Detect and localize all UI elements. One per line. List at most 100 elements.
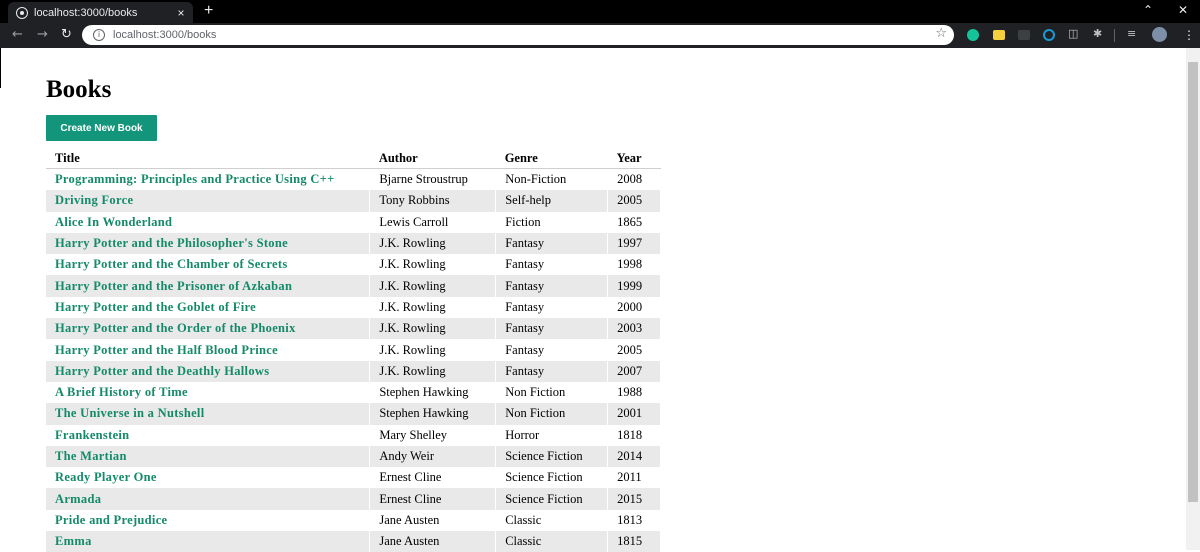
new-tab-icon[interactable]: +	[204, 3, 213, 19]
window-close-icon[interactable]: ✕	[1178, 3, 1188, 17]
book-genre: Classic	[496, 510, 608, 531]
book-year: 2000	[608, 297, 661, 318]
tab-close-icon[interactable]: ×	[173, 6, 189, 20]
book-title-cell: Armada	[46, 488, 370, 509]
book-year: 2005	[608, 190, 661, 211]
book-year: 1813	[608, 510, 661, 531]
book-genre: Fiction	[496, 212, 608, 233]
book-title-link[interactable]: Pride and Prejudice	[55, 513, 167, 527]
book-title-cell: Pride and Prejudice	[46, 510, 370, 531]
book-title-link[interactable]: Harry Potter and the Goblet of Fire	[55, 300, 256, 314]
book-title-link[interactable]: Emma	[55, 534, 92, 548]
table-row: Harry Potter and the Chamber of Secrets J…	[46, 254, 661, 275]
table-row: Ready Player OneErnest ClineScience Fict…	[46, 467, 661, 488]
header-title: Title	[46, 148, 370, 169]
translate-icon[interactable]: ◫	[1068, 27, 1078, 40]
book-title-cell: Harry Potter and the Half Blood Prince	[46, 339, 370, 360]
book-title-link[interactable]: The Martian	[55, 449, 127, 463]
browser-tab[interactable]: localhost:3000/books ×	[8, 2, 193, 23]
toolbar-divider	[1114, 29, 1115, 42]
record-icon[interactable]	[1043, 29, 1055, 41]
profile-avatar[interactable]	[1152, 27, 1167, 42]
bug-icon[interactable]: ✱	[1093, 27, 1102, 40]
book-author: Ernest Cline	[370, 467, 496, 488]
book-year: 2007	[608, 361, 661, 382]
book-genre: Fantasy	[496, 361, 608, 382]
book-title-link[interactable]: Programming: Principles and Practice Usi…	[55, 172, 335, 186]
book-title-link[interactable]: Harry Potter and the Half Blood Prince	[55, 343, 278, 357]
book-year: 1997	[608, 233, 661, 254]
book-author: Lewis Carroll	[370, 212, 496, 233]
scrollbar[interactable]	[1186, 48, 1200, 550]
book-title-cell: Harry Potter and the Philosopher's Stone	[46, 233, 370, 254]
url-text[interactable]: localhost:3000/books	[113, 29, 216, 41]
book-title-link[interactable]: Harry Potter and the Prisoner of Azkaban	[55, 279, 292, 293]
book-title-cell: Alice In Wonderland	[46, 212, 370, 233]
book-year: 1999	[608, 275, 661, 296]
book-title-link[interactable]: Armada	[55, 492, 101, 506]
book-title-link[interactable]: Driving Force	[55, 193, 133, 207]
header-author: Author	[370, 148, 496, 169]
book-title-link[interactable]: Harry Potter and the Order of the Phoeni…	[55, 321, 296, 335]
book-title-cell: The Martian	[46, 446, 370, 467]
notes-icon[interactable]	[993, 30, 1005, 40]
grammarly-icon[interactable]	[967, 29, 979, 41]
table-row: A Brief History of TimeStephen HawkingNo…	[46, 382, 661, 403]
book-genre: Non Fiction	[496, 403, 608, 424]
book-year: 1998	[608, 254, 661, 275]
page-edge-mark	[0, 48, 1, 88]
table-row: EmmaJane AustenClassic1815	[46, 531, 661, 552]
book-year: 2015	[608, 488, 661, 509]
book-genre: Fantasy	[496, 275, 608, 296]
menu-icon[interactable]: ⋮	[1183, 28, 1195, 42]
book-author: J.K. Rowling	[370, 254, 496, 275]
books-table: Title Author Genre Year Programming: Pri…	[46, 148, 661, 552]
book-title-link[interactable]: Frankenstein	[55, 428, 129, 442]
table-body: Programming: Principles and Practice Usi…	[46, 169, 661, 552]
book-title-cell: The Universe in a Nutshell	[46, 403, 370, 424]
create-new-book-button[interactable]: Create New Book	[46, 115, 157, 141]
book-title-link[interactable]: Alice In Wonderland	[55, 215, 172, 229]
book-title-link[interactable]: Harry Potter and the Philosopher's Stone	[55, 236, 288, 250]
book-author: Stephen Hawking	[370, 403, 496, 424]
book-genre: Fantasy	[496, 297, 608, 318]
tab-icon[interactable]	[1018, 30, 1030, 40]
book-year: 1988	[608, 382, 661, 403]
reload-icon[interactable]: ↻	[61, 26, 72, 44]
scrollbar-thumb[interactable]	[1188, 62, 1198, 502]
book-author: Jane Austen	[370, 510, 496, 531]
book-title-link[interactable]: Harry Potter and the Deathly Hallows	[55, 364, 269, 378]
table-row: Pride and Prejudice Jane AustenClassic181…	[46, 510, 661, 531]
book-title-link[interactable]: Ready Player One	[55, 470, 157, 484]
header-genre: Genre	[496, 148, 608, 169]
tab-strip: localhost:3000/books × + ⌃ ✕	[0, 0, 1200, 23]
book-year: 2008	[608, 169, 661, 191]
forward-icon[interactable]: →	[37, 26, 48, 44]
book-title-link[interactable]: A Brief History of Time	[55, 385, 188, 399]
back-icon[interactable]: ←	[12, 26, 23, 44]
playlist-icon[interactable]: ≡	[1127, 27, 1136, 40]
book-title-cell: Emma	[46, 531, 370, 552]
table-row: Harry Potter and the Half Blood PrinceJ.…	[46, 339, 661, 360]
book-title-cell: Programming: Principles and Practice Usi…	[46, 169, 370, 191]
book-author: J.K. Rowling	[370, 275, 496, 296]
book-author: J.K. Rowling	[370, 318, 496, 339]
table-row: Alice In WonderlandLewis CarrollFiction1…	[46, 212, 661, 233]
book-title-cell: Harry Potter and the Goblet of Fire	[46, 297, 370, 318]
info-icon[interactable]: i	[93, 29, 105, 41]
table-row: Harry Potter and the Prisoner of Azkaban…	[46, 275, 661, 296]
address-bar[interactable]: i localhost:3000/books ☆	[82, 25, 954, 45]
window-minimize-icon[interactable]: ⌃	[1143, 3, 1153, 17]
book-author: Bjarne Stroustrup	[370, 169, 496, 191]
book-title-cell: Harry Potter and the Deathly Hallows	[46, 361, 370, 382]
bookmark-star-icon[interactable]: ☆	[935, 26, 947, 41]
book-title-link[interactable]: Harry Potter and the Chamber of Secrets	[55, 257, 288, 271]
book-genre: Science Fiction	[496, 488, 608, 509]
book-author: Mary Shelley	[370, 425, 496, 446]
book-genre: Self-help	[496, 190, 608, 211]
book-year: 2005	[608, 339, 661, 360]
book-title-link[interactable]: The Universe in a Nutshell	[55, 406, 204, 420]
table-row: Harry Potter and the Goblet of FireJ.K. …	[46, 297, 661, 318]
table-row: FrankensteinMary ShelleyHorror1818	[46, 425, 661, 446]
book-genre: Horror	[496, 425, 608, 446]
